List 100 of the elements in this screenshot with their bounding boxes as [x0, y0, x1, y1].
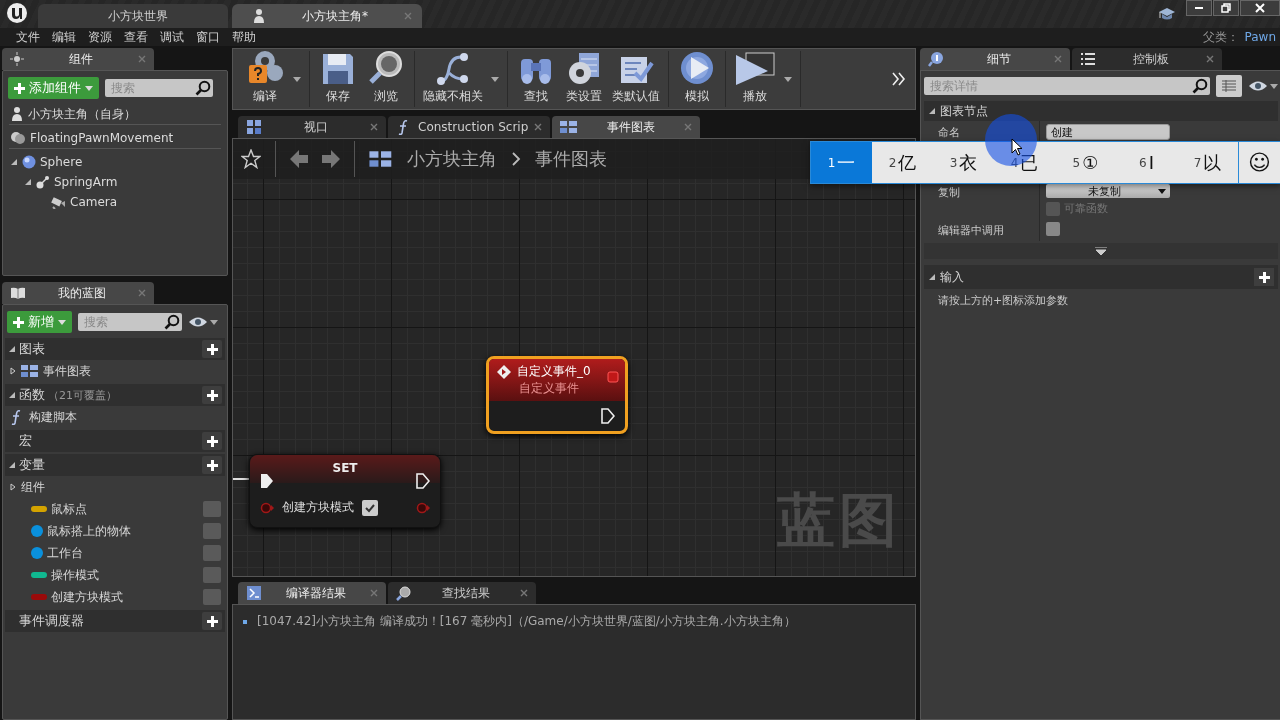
search-field[interactable]: 搜索 [105, 79, 213, 97]
add-button[interactable] [202, 612, 222, 630]
visibility-button[interactable] [1248, 80, 1278, 92]
add-button[interactable] [1254, 268, 1274, 286]
checkbox[interactable] [362, 499, 378, 516]
search-input[interactable]: 搜索详情 [928, 78, 1192, 94]
tree-item[interactable]: FloatingPawnMovement [30, 131, 174, 145]
toolbar-button[interactable]: 类设置 [560, 51, 608, 107]
ime-candidate[interactable]: 1 一 [811, 142, 872, 183]
document-tab[interactable]: 小方块世界 [38, 4, 228, 28]
ime-candidate[interactable]: 3衣 [933, 142, 994, 183]
tab[interactable]: 视口 [238, 116, 386, 138]
ime-candidate[interactable]: 4 已 [994, 142, 1055, 183]
visibility-toggle[interactable] [203, 567, 221, 583]
forward-button[interactable] [322, 149, 340, 169]
visibility-button[interactable] [188, 316, 218, 328]
tab[interactable]: 事件图表 [552, 116, 701, 138]
close-icon[interactable] [370, 123, 378, 131]
replication-dropdown[interactable]: 未复制 [1046, 184, 1170, 198]
tab[interactable]: 编译器结果 [238, 582, 386, 604]
toolbar-button[interactable]: 播放 [730, 51, 780, 107]
toolbar-button[interactable]: 隐藏不相关 [419, 51, 487, 107]
tree-item[interactable]: Camera [70, 195, 118, 209]
add-component-button[interactable]: 添加组件 [8, 77, 99, 99]
tab[interactable]: 我的蓝图 [2, 282, 154, 304]
toolbar-button[interactable]: 保存 [314, 51, 362, 107]
list-item[interactable]: 创建方块模式 [51, 588, 199, 606]
search-field[interactable]: 搜索 [78, 313, 182, 331]
search-input[interactable]: 搜索 [109, 80, 195, 96]
visibility-toggle[interactable] [203, 545, 221, 561]
expand-arrow-icon[interactable] [10, 158, 18, 166]
add-button[interactable] [202, 432, 222, 450]
menu-item[interactable]: 编辑 [46, 28, 82, 46]
expand-arrow-icon[interactable] [24, 178, 32, 186]
visibility-toggle[interactable] [203, 501, 221, 517]
menu-item[interactable]: 查看 [118, 28, 154, 46]
close-icon[interactable] [520, 589, 528, 597]
menu-item[interactable]: 资源 [82, 28, 118, 46]
expand-arrow-icon[interactable] [8, 345, 16, 353]
graduation-cap-icon[interactable] [1158, 6, 1176, 22]
menu-item[interactable]: 窗口 [190, 28, 226, 46]
expand-arrow-icon[interactable] [8, 391, 16, 399]
ime-candidate[interactable]: 7 以 [1177, 142, 1238, 183]
menu-item[interactable]: 文件 [10, 28, 46, 46]
list-item[interactable]: 鼠标搭上的物体 [47, 522, 199, 540]
menu-item[interactable]: 调试 [154, 28, 190, 46]
new-button[interactable]: 新增 [7, 311, 72, 333]
toolbar-button[interactable]: 浏览 [362, 51, 410, 107]
add-button[interactable] [202, 456, 222, 474]
ime-candidate[interactable]: 2亿 [872, 142, 933, 183]
emoji-button[interactable]: ☺ [1238, 142, 1280, 183]
add-button[interactable] [202, 340, 222, 358]
expand-arrow-icon[interactable] [9, 367, 17, 375]
tab[interactable]: 细节 [920, 48, 1070, 70]
toolbar-button[interactable]: 编译 [241, 51, 289, 107]
back-button[interactable] [290, 149, 308, 169]
tab[interactable]: 组件 [2, 48, 154, 70]
toolbar-button[interactable]: 查找 [512, 51, 560, 107]
set-node[interactable]: SET 创建方块模式 [249, 454, 441, 528]
list-item[interactable]: 事件图表 [43, 362, 221, 380]
search-field[interactable]: 搜索详情 [924, 77, 1210, 95]
list-item[interactable]: 鼠标点 [51, 500, 199, 518]
list-item[interactable]: 组件 [21, 478, 221, 496]
visibility-toggle[interactable] [203, 523, 221, 539]
expand-arrow-icon[interactable] [928, 107, 936, 115]
list-item[interactable]: 操作模式 [51, 566, 199, 584]
expand-more-icon[interactable] [1095, 247, 1107, 255]
document-tab[interactable]: 小方块主角* [232, 4, 422, 28]
parent-class-link[interactable]: Pawn [1244, 30, 1276, 44]
expand-arrow-icon[interactable] [9, 483, 17, 491]
restore-button[interactable] [1213, 0, 1239, 16]
search-input[interactable]: 搜索 [82, 314, 164, 330]
ime-candidate[interactable]: 5 ① [1055, 142, 1116, 183]
ime-candidate[interactable]: 6 I [1116, 142, 1177, 183]
close-icon[interactable] [534, 123, 543, 131]
tree-item[interactable]: 小方块主角（自身） [28, 105, 136, 123]
tree-item[interactable]: SpringArm [54, 175, 118, 189]
name-field[interactable]: 创建 [1046, 124, 1170, 140]
tab[interactable]: Construction Scrip [388, 116, 551, 138]
checkbox[interactable] [1046, 222, 1060, 236]
add-button[interactable] [202, 386, 222, 404]
menu-item[interactable]: 帮助 [226, 28, 262, 46]
close-icon[interactable] [1206, 55, 1214, 63]
breadcrumb[interactable]: 事件图表 [535, 147, 607, 171]
close-button[interactable] [1240, 0, 1280, 16]
tab[interactable]: 查找结果 [388, 582, 536, 604]
favorite-button[interactable] [241, 149, 261, 169]
toolbar-button[interactable]: 模拟 [673, 51, 721, 107]
tree-item[interactable]: Sphere [40, 155, 83, 169]
visibility-toggle[interactable] [203, 589, 221, 605]
toolbar-button[interactable]: 类默认值 [608, 51, 664, 107]
breadcrumb[interactable]: 小方块主角 [407, 147, 497, 171]
tab[interactable]: 控制板 [1072, 48, 1222, 70]
expand-arrow-icon[interactable] [8, 461, 16, 469]
minimize-button[interactable] [1186, 0, 1212, 16]
list-item[interactable]: 工作台 [47, 544, 199, 562]
view-options-button[interactable] [1216, 75, 1242, 97]
expand-arrow-icon[interactable] [928, 273, 936, 281]
list-item[interactable]: 构建脚本 [29, 408, 221, 426]
event-node[interactable]: 自定义事件_0 自定义事件 [486, 356, 628, 434]
